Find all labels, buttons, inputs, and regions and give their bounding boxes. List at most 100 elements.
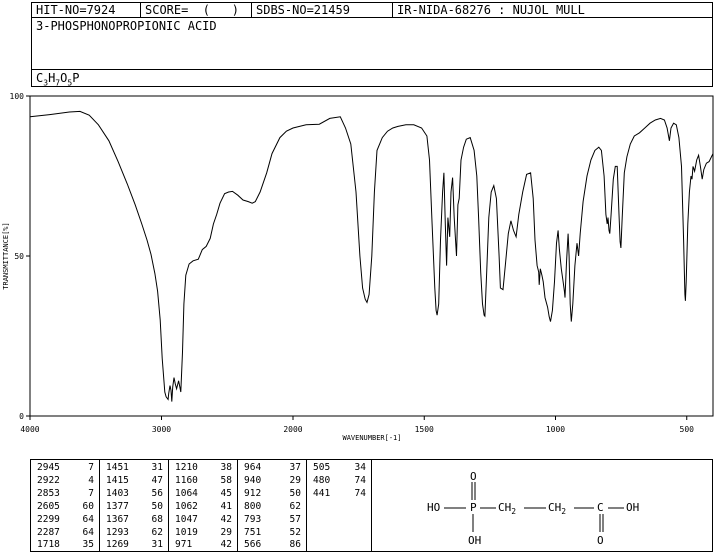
peak-wavenumber: 566 — [244, 539, 262, 551]
peak-row: 480 74 — [307, 475, 371, 488]
molecular-formula: C3H7O5P — [31, 69, 713, 87]
peak-row: 1451 31 — [100, 462, 168, 475]
header-bar: HIT-NO=7924 SCORE= ( ) SDBS-NO=21459 IR-… — [31, 2, 713, 18]
peak-row: 1064 45 — [169, 488, 237, 501]
structure-ch2-b: CH2 — [548, 501, 566, 516]
peak-intensity: 42 — [220, 539, 232, 551]
peak-wavenumber: 1047 — [175, 513, 198, 525]
y-tick-label: 100 — [10, 92, 25, 101]
ir-spectrum-chart: 4000 3000 2000 1500 1000 500100500WAVENUMBER[… — [2, 92, 714, 442]
peak-intensity: 62 — [151, 526, 163, 538]
peak-intensity: 37 — [289, 462, 301, 473]
x-tick-label: 4000 — [20, 425, 39, 434]
peak-wavenumber: 1062 — [175, 500, 198, 512]
peak-intensity: 4 — [88, 474, 94, 486]
peak-intensity: 42 — [220, 513, 232, 525]
y-tick-label: 50 — [14, 252, 24, 261]
peak-intensity: 74 — [354, 474, 366, 486]
peak-intensity: 41 — [220, 500, 232, 512]
peak-row: 940 29 — [238, 475, 306, 488]
peak-intensity: 58 — [220, 474, 232, 486]
peak-intensity: 29 — [289, 474, 301, 486]
peak-wavenumber: 2853 — [37, 487, 60, 499]
peak-wavenumber: 2287 — [37, 526, 60, 538]
peak-wavenumber: 912 — [244, 487, 262, 499]
peak-row: 505 34 — [307, 462, 371, 475]
structure-oh-bottom: OH — [468, 534, 481, 547]
peak-intensity: 38 — [220, 462, 232, 473]
peak-row: 751 52 — [238, 527, 306, 540]
peak-row: 2922 4 — [31, 475, 99, 488]
peak-intensity: 50 — [151, 500, 163, 512]
structure-o-bottom: O — [597, 534, 604, 547]
peak-wavenumber: 2605 — [37, 500, 60, 512]
peak-row: 1403 56 — [100, 488, 168, 501]
peak-wavenumber: 1718 — [37, 539, 60, 551]
peak-row: 793 57 — [238, 514, 306, 527]
peak-intensity: 45 — [220, 487, 232, 499]
peak-intensity: 47 — [151, 474, 163, 486]
peak-table: 2945 7 2922 4 2853 7 2605 60 2299 64 2287 64 1718 35 1… — [30, 459, 372, 552]
peak-intensity: 56 — [151, 487, 163, 499]
peak-wavenumber: 1415 — [106, 474, 129, 486]
structure-box: O HO P OH CH2 CH2 C O OH — [371, 459, 713, 552]
peak-row: 1377 50 — [100, 501, 168, 514]
hit-number: HIT-NO=7924 — [32, 3, 141, 17]
peak-intensity: 31 — [151, 462, 163, 473]
peak-row: 1718 35 — [31, 539, 99, 552]
peak-column: 964 37 940 29 912 50 800 62 793 57 751 52 566 86 — [238, 460, 307, 551]
x-tick-label: 3000 — [152, 425, 171, 434]
peak-row: 1269 31 — [100, 539, 168, 552]
peak-row: 1293 62 — [100, 527, 168, 540]
peak-intensity: 68 — [151, 513, 163, 525]
peak-wavenumber: 1293 — [106, 526, 129, 538]
peak-wavenumber: 800 — [244, 500, 262, 512]
peak-intensity: 7 — [88, 462, 94, 473]
peak-row: 1210 38 — [169, 462, 237, 475]
x-tick-label: 1500 — [415, 425, 434, 434]
peak-wavenumber: 1403 — [106, 487, 129, 499]
structure-o-top: O — [470, 470, 477, 483]
peak-row: 2299 64 — [31, 514, 99, 527]
peak-wavenumber: 971 — [175, 539, 193, 551]
peak-row: 566 86 — [238, 539, 306, 552]
peak-intensity: 86 — [289, 539, 301, 551]
peak-wavenumber: 793 — [244, 513, 262, 525]
peak-intensity: 7 — [88, 487, 94, 499]
peak-intensity: 62 — [289, 500, 301, 512]
peak-intensity: 52 — [289, 526, 301, 538]
peak-wavenumber: 964 — [244, 462, 262, 473]
compound-name: 3-PHOSPHONOPROPIONIC ACID — [31, 17, 713, 70]
peak-wavenumber: 1451 — [106, 462, 129, 473]
peak-row: 1160 58 — [169, 475, 237, 488]
peak-column: 2945 7 2922 4 2853 7 2605 60 2299 64 2287 64 1718 35 — [31, 460, 100, 551]
peak-wavenumber: 1210 — [175, 462, 198, 473]
peak-wavenumber: 940 — [244, 474, 262, 486]
peak-row: 1367 68 — [100, 514, 168, 527]
peak-wavenumber: 2922 — [37, 474, 60, 486]
peak-wavenumber: 441 — [313, 487, 331, 499]
peak-row: 1415 47 — [100, 475, 168, 488]
structure-p: P — [470, 501, 477, 514]
x-tick-label: 1000 — [546, 425, 565, 434]
peak-intensity: 29 — [220, 526, 232, 538]
peak-row: 1062 41 — [169, 501, 237, 514]
peak-wavenumber: 1019 — [175, 526, 198, 538]
peak-intensity: 60 — [82, 500, 94, 512]
structure-c: C — [597, 501, 604, 514]
peak-intensity: 31 — [151, 539, 163, 551]
ir-method: IR-NIDA-68276 : NUJOL MULL — [397, 3, 585, 17]
peak-row: 2853 7 — [31, 488, 99, 501]
peak-intensity: 50 — [289, 487, 301, 499]
peak-intensity: 64 — [82, 526, 94, 538]
x-tick-label: 2000 — [283, 425, 302, 434]
peak-wavenumber: 2299 — [37, 513, 60, 525]
peak-row: 971 42 — [169, 539, 237, 552]
peak-intensity: 64 — [82, 513, 94, 525]
peak-intensity: 57 — [289, 513, 301, 525]
peak-wavenumber: 1377 — [106, 500, 129, 512]
peak-wavenumber: 480 — [313, 474, 331, 486]
peak-row: 1047 42 — [169, 514, 237, 527]
peak-row: 441 74 — [307, 488, 371, 501]
peak-wavenumber: 1269 — [106, 539, 129, 551]
